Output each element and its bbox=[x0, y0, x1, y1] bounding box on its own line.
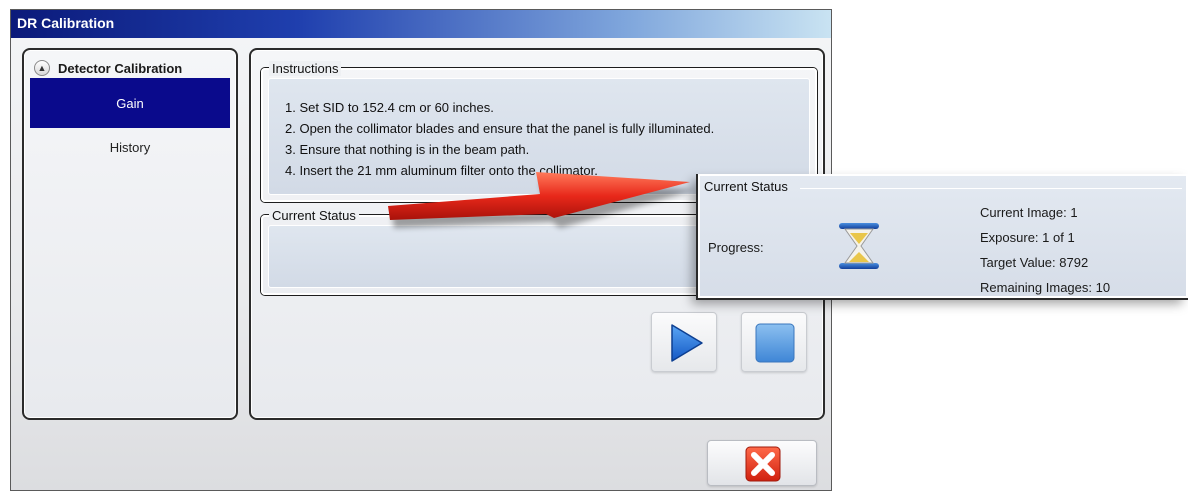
instructions-legend: Instructions bbox=[269, 61, 342, 76]
nav-item-gain[interactable]: Gain bbox=[30, 78, 230, 128]
stop-icon bbox=[755, 323, 795, 363]
close-button[interactable] bbox=[707, 440, 817, 486]
nav-item-label: History bbox=[109, 139, 151, 155]
current-status-legend: Current Status bbox=[269, 208, 359, 223]
current-image-value: Current Image: 1 bbox=[980, 205, 1078, 220]
red-arrow-icon bbox=[388, 172, 696, 228]
target-value: Target Value: 8792 bbox=[980, 255, 1089, 270]
remaining-images-value: Remaining Images: 10 bbox=[980, 280, 1111, 295]
exposure-value: Exposure: 1 of 1 bbox=[980, 230, 1075, 245]
current-status-zoom: Current Status Progress: Current Image: … bbox=[698, 174, 1188, 298]
chevron-up-icon[interactable]: ▲ bbox=[34, 60, 50, 76]
hourglass-icon bbox=[839, 223, 879, 269]
nav-header-label: Detector Calibration bbox=[58, 60, 183, 76]
title-bar: DR Calibration bbox=[11, 10, 831, 38]
start-button[interactable] bbox=[651, 312, 717, 372]
nav-item-history[interactable]: History bbox=[30, 132, 230, 162]
stop-button[interactable] bbox=[741, 312, 807, 372]
instruction-step: 1. Set SID to 152.4 cm or 60 inches. bbox=[285, 100, 494, 115]
window-title: DR Calibration bbox=[17, 15, 115, 31]
nav-item-label: Gain bbox=[116, 95, 144, 111]
detector-calibration-header[interactable]: ▲ Detector Calibration bbox=[34, 59, 182, 77]
calibration-stats: Current Image: 1 Exposure: 1 of 1 Target… bbox=[980, 200, 1110, 300]
calibration-nav-panel: ▲ Detector Calibration Gain History bbox=[22, 48, 238, 420]
close-icon bbox=[745, 446, 781, 482]
progress-label: Progress: bbox=[708, 240, 764, 255]
instruction-step: 2. Open the collimator blades and ensure… bbox=[285, 121, 715, 136]
zoom-status-legend: Current Status bbox=[704, 179, 788, 194]
play-icon bbox=[671, 324, 703, 362]
instruction-step: 3. Ensure that nothing is in the beam pa… bbox=[285, 142, 530, 157]
zoom-legend-line bbox=[800, 188, 1182, 189]
